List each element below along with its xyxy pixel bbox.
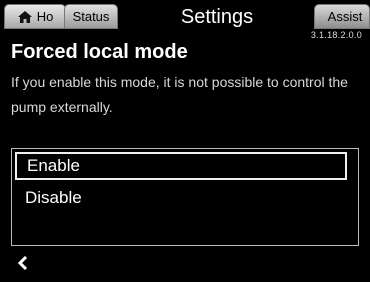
version-label: 3.1.18.2.0.0: [310, 30, 362, 40]
option-enable[interactable]: Enable: [15, 152, 347, 180]
chevron-left-icon: [17, 256, 28, 270]
page-description: If you enable this mode, it is not possi…: [11, 74, 348, 115]
settings-screen: Ho Status Settings Assist 3.1.18.2.0.0 F…: [0, 0, 370, 282]
tab-home[interactable]: Ho: [4, 4, 66, 29]
tab-assist[interactable]: Assist: [314, 4, 370, 29]
tab-status[interactable]: Status: [64, 4, 118, 29]
home-icon: [17, 10, 32, 23]
tab-home-label: Ho: [36, 9, 54, 24]
tab-settings[interactable]: Settings: [120, 5, 314, 30]
option-disable[interactable]: Disable: [15, 184, 347, 212]
header-bar: Ho Status Settings Assist 3.1.18.2.0.0: [0, 0, 370, 40]
page-title: Forced local mode: [11, 41, 188, 63]
option-list: Enable Disable: [11, 148, 359, 246]
back-button[interactable]: [12, 250, 34, 276]
